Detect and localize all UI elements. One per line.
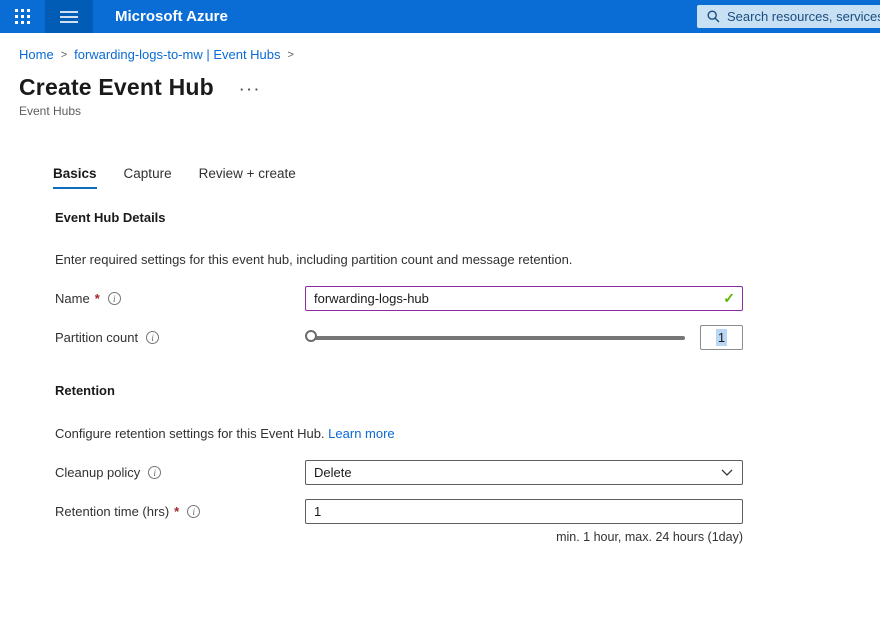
breadcrumb: Home > forwarding-logs-to-mw | Event Hub… xyxy=(19,47,880,62)
search-icon xyxy=(707,10,720,23)
slider-track[interactable] xyxy=(314,336,685,340)
wizard-tabs: Basics Capture Review + create xyxy=(53,166,880,189)
partition-count-input[interactable]: 1 xyxy=(700,325,743,350)
name-input[interactable] xyxy=(305,286,743,311)
retention-time-row: Retention time (hrs) * i xyxy=(55,499,743,524)
page-subtitle: Event Hubs xyxy=(19,104,880,118)
cleanup-policy-label-group: Cleanup policy i xyxy=(55,465,305,480)
tab-review-create[interactable]: Review + create xyxy=(199,166,296,189)
partition-count-row: Partition count i 1 xyxy=(55,325,743,350)
retention-heading: Retention xyxy=(55,383,880,398)
cleanup-policy-dropdown[interactable]: Delete xyxy=(305,460,743,485)
cleanup-policy-row: Cleanup policy i Delete xyxy=(55,460,743,485)
partition-count-info-icon[interactable]: i xyxy=(146,331,159,344)
tab-basics[interactable]: Basics xyxy=(53,166,97,189)
retention-description: Configure retention settings for this Ev… xyxy=(55,426,880,441)
learn-more-link[interactable]: Learn more xyxy=(328,426,394,441)
retention-time-info-icon[interactable]: i xyxy=(187,505,200,518)
breadcrumb-separator-icon: > xyxy=(61,49,67,61)
slider-handle[interactable] xyxy=(305,330,317,342)
more-options-icon[interactable]: ··· xyxy=(240,79,262,96)
cleanup-policy-value: Delete xyxy=(314,465,352,480)
page-header: Create Event Hub ··· xyxy=(19,74,880,101)
partition-count-label: Partition count xyxy=(55,330,138,345)
breadcrumb-separator-icon: > xyxy=(288,49,294,61)
page-title: Create Event Hub xyxy=(19,74,214,101)
azure-top-bar: Microsoft Azure xyxy=(0,0,880,33)
event-hub-details-description: Enter required settings for this event h… xyxy=(55,252,880,267)
breadcrumb-home-link[interactable]: Home xyxy=(19,47,54,62)
name-label: Name xyxy=(55,291,90,306)
partition-count-slider[interactable] xyxy=(305,330,687,346)
event-hub-details-heading: Event Hub Details xyxy=(55,210,880,225)
cleanup-policy-info-icon[interactable]: i xyxy=(148,466,161,479)
name-field-wrapper: ✓ xyxy=(305,286,743,311)
waffle-icon xyxy=(15,9,30,24)
partition-count-label-group: Partition count i xyxy=(55,330,305,345)
azure-brand-title: Microsoft Azure xyxy=(115,8,228,25)
name-label-group: Name * i xyxy=(55,291,305,306)
retention-time-label-group: Retention time (hrs) * i xyxy=(55,504,305,519)
breadcrumb-namespace-link[interactable]: forwarding-logs-to-mw | Event Hubs xyxy=(74,47,280,62)
name-info-icon[interactable]: i xyxy=(108,292,121,305)
name-field-row: Name * i ✓ xyxy=(55,286,743,311)
tab-capture[interactable]: Capture xyxy=(124,166,172,189)
cleanup-policy-label: Cleanup policy xyxy=(55,465,140,480)
hamburger-menu-button[interactable] xyxy=(45,0,93,33)
retention-time-hint: min. 1 hour, max. 24 hours (1day) xyxy=(55,530,743,544)
hamburger-icon xyxy=(60,11,78,23)
validation-check-icon: ✓ xyxy=(723,290,735,307)
required-asterisk: * xyxy=(95,291,100,306)
retention-description-text: Configure retention settings for this Ev… xyxy=(55,426,325,441)
chevron-down-icon xyxy=(721,469,733,476)
retention-time-input[interactable] xyxy=(305,499,743,524)
waffle-menu-button[interactable] xyxy=(0,0,45,33)
required-asterisk: * xyxy=(174,504,179,519)
retention-time-field-wrapper xyxy=(305,499,743,524)
partition-count-value: 1 xyxy=(716,329,727,346)
search-input[interactable] xyxy=(727,9,880,24)
global-search-box[interactable] xyxy=(697,5,880,28)
retention-time-label: Retention time (hrs) xyxy=(55,504,169,519)
